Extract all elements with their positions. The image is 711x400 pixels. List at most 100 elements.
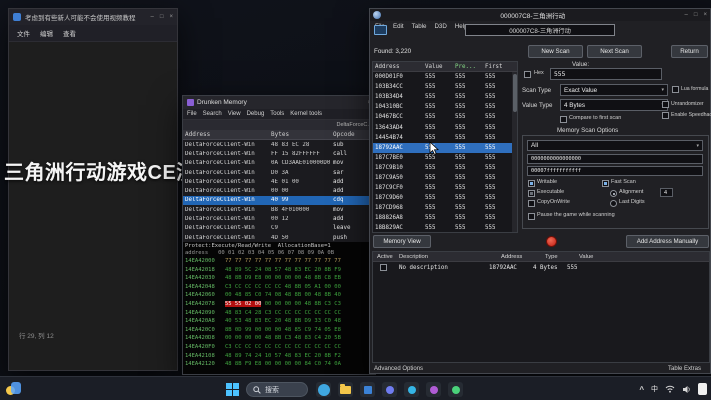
column-bytes[interactable]: Bytes (271, 131, 333, 138)
speedhack-checkbox[interactable] (662, 112, 669, 119)
maximize-button[interactable]: □ (160, 14, 164, 20)
hex-row[interactable]: 14EA4207855 55 02 00 00 00 00 00 48 8B C… (185, 300, 373, 309)
cheat-engine-menu-item[interactable]: Edit (393, 23, 404, 30)
lua-formula-checkbox[interactable] (672, 86, 679, 93)
scan-result-row[interactable]: 13643AD4 555 555 555 (373, 122, 517, 132)
notification-badge[interactable] (698, 383, 707, 395)
memory-view-button[interactable]: Memory View (373, 235, 431, 248)
column-previous[interactable]: Pre... (455, 64, 485, 70)
next-scan-button[interactable]: Next Scan (587, 45, 642, 58)
scan-result-row[interactable]: 103B34CC 555 555 555 (373, 82, 517, 92)
minimize-button[interactable]: – (685, 12, 688, 18)
active-checkbox[interactable] (380, 264, 387, 271)
copyonwrite-checkbox[interactable] (528, 200, 535, 207)
disassembler-row[interactable]: DeltaForceClient-Win 00 12 add (183, 214, 375, 223)
scan-type-dropdown[interactable]: Exact Value (560, 84, 668, 96)
address-table-row[interactable]: No description 18792AAC 4 Bytes 555 (373, 262, 709, 273)
select-process-icon[interactable] (374, 25, 387, 35)
disassembler-row[interactable]: DeltaForceClient-Win C9 leave (183, 224, 375, 233)
maximize-button[interactable]: □ (694, 12, 698, 18)
memory-viewer-menu-item[interactable]: Tools (270, 111, 284, 117)
wifi-icon[interactable] (665, 385, 675, 393)
ime-indicator[interactable]: 中 (651, 384, 658, 394)
notepad-menu-item[interactable]: 文件 (17, 28, 30, 38)
hex-row[interactable]: 14EA42048C3 CC CC CC CC CC 48 8B 05 A1 0… (185, 283, 373, 292)
disassembler-row[interactable]: DeltaForceClient-Win 00 00 add (183, 186, 375, 195)
scan-result-row[interactable]: 10467BCC 555 555 555 (373, 112, 517, 122)
hex-row[interactable]: 14EA420A840 53 48 83 EC 20 48 8B D9 33 C… (185, 317, 373, 326)
memory-viewer-menu-item[interactable]: Search (203, 111, 222, 117)
scrollbar[interactable] (512, 72, 517, 232)
column-description[interactable]: Description (399, 254, 501, 260)
add-address-manually-button[interactable]: Add Address Manually (626, 235, 709, 248)
new-scan-button[interactable]: New Scan (528, 45, 583, 58)
alignment-radio[interactable] (610, 190, 617, 197)
hex-checkbox[interactable] (524, 71, 531, 78)
last-digits-radio[interactable] (610, 200, 617, 207)
writable-checkbox[interactable] (528, 180, 535, 187)
steam-icon[interactable] (404, 382, 419, 397)
hex-row[interactable]: 14EA420C08B 0D 99 00 00 00 48 85 C9 74 0… (185, 326, 373, 335)
cheat-engine-menu-item[interactable]: Table (412, 23, 427, 30)
memory-viewer-window[interactable]: Drunken Memory × FileSearchViewDebugTool… (182, 95, 376, 375)
executable-checkbox[interactable] (528, 190, 535, 197)
notepad-window[interactable]: 考虑到有些新人可能不会使用视频教程 – □ × 文件编辑查看 行 29, 列 1… (8, 8, 178, 371)
volume-icon[interactable] (682, 385, 691, 394)
attached-process-box[interactable]: 000007C8-三角洲行动 (465, 24, 615, 36)
scan-result-row[interactable]: 187C9B10 555 555 555 (373, 163, 517, 173)
hex-row[interactable]: 14EA4203048 8B D9 E8 00 00 00 00 48 8B C… (185, 274, 373, 283)
close-button[interactable]: × (169, 14, 173, 20)
cheat-engine-icon[interactable] (426, 382, 441, 397)
scan-result-row[interactable]: 000D01F0 555 555 555 (373, 72, 517, 82)
disassembler-row[interactable]: DeltaForceClient-Win 4E 01 00 add (183, 177, 375, 186)
folder-icon[interactable] (338, 382, 353, 397)
discord-icon[interactable] (382, 382, 397, 397)
scan-result-row[interactable]: 187C9CF0 555 555 555 (373, 183, 517, 193)
memory-viewer-menu-item[interactable]: Kernel tools (290, 111, 322, 117)
taskbar-search[interactable]: 搜索 (246, 382, 308, 397)
alignment-value-input[interactable]: 4 (660, 188, 673, 197)
memory-viewer-menu-item[interactable]: File (187, 111, 197, 117)
start-button[interactable] (226, 383, 239, 396)
scan-result-row[interactable]: 104310BC 555 555 555 (373, 102, 517, 112)
disassembler-row[interactable]: DeltaForceClient-Win 40 99 cdq (183, 196, 375, 205)
minimize-button[interactable]: – (151, 14, 154, 20)
column-address[interactable]: Address (373, 64, 425, 70)
widgets-icon[interactable] (6, 382, 21, 396)
scan-result-row[interactable]: 188826A8 555 555 555 (373, 213, 517, 223)
game-icon[interactable] (448, 382, 463, 397)
scan-region-dropdown[interactable]: All (527, 140, 703, 151)
hex-row[interactable]: 14EA4209048 83 C4 28 C3 CC CC CC CC CC C… (185, 309, 373, 318)
pause-game-checkbox[interactable] (528, 213, 535, 220)
column-active[interactable]: Active (373, 254, 399, 260)
scan-result-list[interactable]: Address Value Pre... First 000D01F0 555 … (372, 61, 518, 233)
hex-row[interactable]: 14EA4212048 8B F9 E8 00 00 00 00 84 C0 7… (185, 360, 373, 369)
hex-row[interactable]: 14EA4206000 48 85 C0 74 08 48 8B 00 48 8… (185, 291, 373, 300)
start-address-input[interactable]: 0000000000000000 (527, 154, 703, 164)
memory-viewer-menu-item[interactable]: View (228, 111, 241, 117)
column-address[interactable]: Address (183, 131, 271, 138)
chevron-up-icon[interactable]: ^ (639, 385, 644, 394)
tab-deltaforce[interactable]: DeltaForceC... (337, 122, 372, 128)
hex-view[interactable]: Protect:Execute/Read/Write AllocationBas… (183, 242, 375, 374)
table-extras-button[interactable]: Table Extras (668, 366, 701, 372)
value-input[interactable]: 555 (550, 68, 662, 80)
return-button[interactable]: Return (671, 45, 708, 58)
scan-result-row[interactable]: 14454B74 555 555 555 (373, 133, 517, 143)
scan-result-row[interactable]: 18B829AC 555 555 555 (373, 223, 517, 233)
disassembler-row[interactable]: DeltaForceClient-Win 4D 50 push (183, 233, 375, 242)
disassembler-row[interactable]: DeltaForceClient-Win 0A CD3AAE010000D0 m… (183, 159, 375, 168)
stop-icon[interactable] (546, 236, 557, 247)
notepad-menu-item[interactable]: 查看 (63, 28, 76, 38)
hex-row[interactable]: 14EA4200077 77 77 77 77 77 77 77 77 77 7… (185, 257, 373, 266)
unrandomizer-checkbox[interactable] (662, 101, 669, 108)
notepad-menu-item[interactable]: 编辑 (40, 28, 53, 38)
compare-first-checkbox[interactable] (560, 116, 567, 123)
disassembler-row[interactable]: DeltaForceClient-Win 48 83 EC 28 sub (183, 140, 375, 149)
close-button[interactable]: × (703, 12, 707, 18)
scan-result-row[interactable]: 187C7BE0 555 555 555 (373, 153, 517, 163)
scan-result-row[interactable]: 187C9A50 555 555 555 (373, 173, 517, 183)
cheat-engine-menu-item[interactable]: D3D (434, 23, 446, 30)
scan-result-row[interactable]: 18792AAC 555 555 555 (373, 143, 517, 153)
cheat-engine-window[interactable]: 000007C8-三角洲行动 – □ × FileEditTableD3DHel… (369, 8, 711, 374)
